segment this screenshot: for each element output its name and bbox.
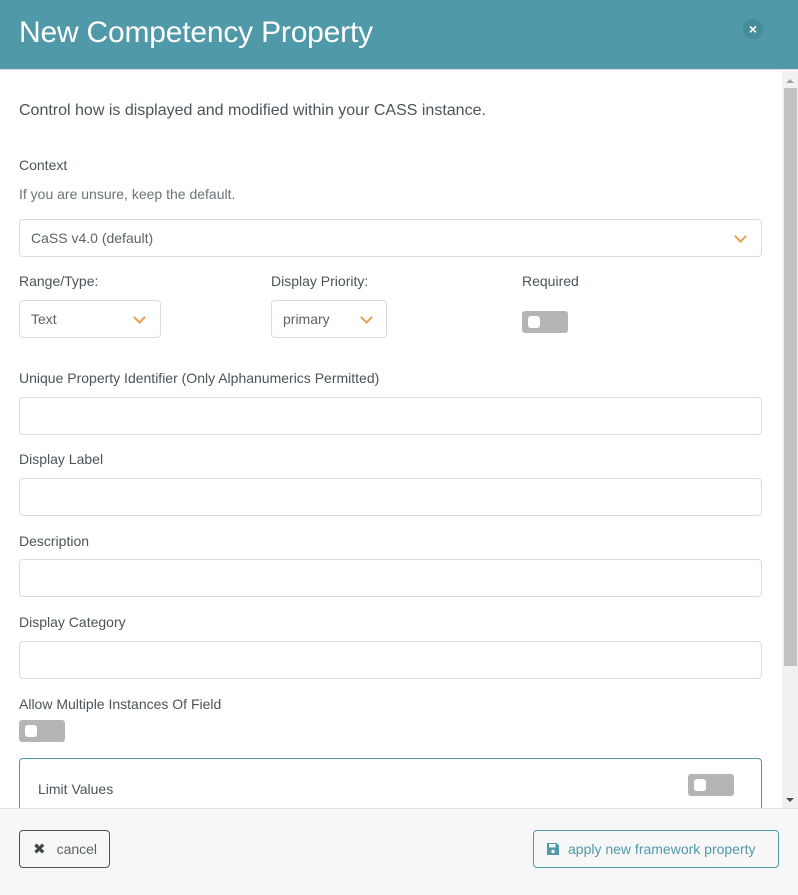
- modal-body: Control how is displayed and modified wi…: [0, 71, 782, 808]
- close-icon: ×: [748, 21, 758, 37]
- context-select[interactable]: CaSS v4.0 (default): [19, 219, 762, 257]
- display-label-input[interactable]: [19, 478, 762, 516]
- display-category-input[interactable]: [19, 641, 762, 679]
- toggle-knob: [528, 316, 540, 328]
- display-priority-select[interactable]: primary: [271, 300, 387, 338]
- description-label: Description: [19, 533, 90, 549]
- toggle-knob: [25, 725, 37, 737]
- modal-footer: ✖ cancel apply new framework property: [0, 808, 798, 895]
- display-label-label: Display Label: [19, 451, 104, 467]
- display-priority-label: Display Priority:: [271, 273, 369, 289]
- chevron-down-icon: [133, 311, 146, 324]
- display-priority-selected-value: primary: [283, 311, 330, 327]
- limit-values-toggle[interactable]: [688, 774, 734, 796]
- modal-title: New Competency Property: [19, 16, 373, 49]
- scroll-down-arrow-icon[interactable]: [786, 798, 794, 802]
- limit-values-label: Limit Values: [38, 781, 114, 797]
- save-icon: [546, 842, 560, 856]
- allow-multiple-label: Allow Multiple Instances Of Field: [19, 696, 222, 712]
- close-icon: ✖: [33, 841, 46, 858]
- intro-text: Control how is displayed and modified wi…: [19, 102, 486, 119]
- limit-values-panel: Limit Values: [19, 758, 762, 808]
- chevron-down-icon: [360, 311, 373, 324]
- context-selected-value: CaSS v4.0 (default): [31, 230, 154, 246]
- modal-header: New Competency Property ×: [0, 0, 798, 70]
- unique-id-input[interactable]: [19, 397, 762, 435]
- description-input[interactable]: [19, 559, 762, 597]
- range-type-selected-value: Text: [31, 311, 57, 327]
- range-type-label: Range/Type:: [19, 273, 99, 289]
- close-button[interactable]: ×: [743, 19, 763, 39]
- allow-multiple-toggle[interactable]: [19, 720, 65, 742]
- required-toggle[interactable]: [522, 311, 568, 333]
- chevron-down-icon: [734, 230, 747, 243]
- context-label: Context: [19, 157, 68, 173]
- toggle-knob: [694, 779, 706, 791]
- range-type-select[interactable]: Text: [19, 300, 161, 338]
- scroll-thumb[interactable]: [784, 88, 797, 666]
- unique-id-label: Unique Property Identifier (Only Alphanu…: [19, 370, 380, 386]
- context-help: If you are unsure, keep the default.: [19, 186, 236, 202]
- required-label: Required: [522, 273, 579, 289]
- cancel-button[interactable]: ✖ cancel: [19, 830, 110, 868]
- scroll-up-arrow-icon[interactable]: [786, 79, 794, 83]
- apply-button[interactable]: apply new framework property: [533, 830, 779, 868]
- display-category-label: Display Category: [19, 614, 126, 630]
- cancel-label: cancel: [56, 841, 98, 857]
- vertical-scrollbar[interactable]: [782, 71, 798, 808]
- apply-label: apply new framework property: [568, 841, 756, 857]
